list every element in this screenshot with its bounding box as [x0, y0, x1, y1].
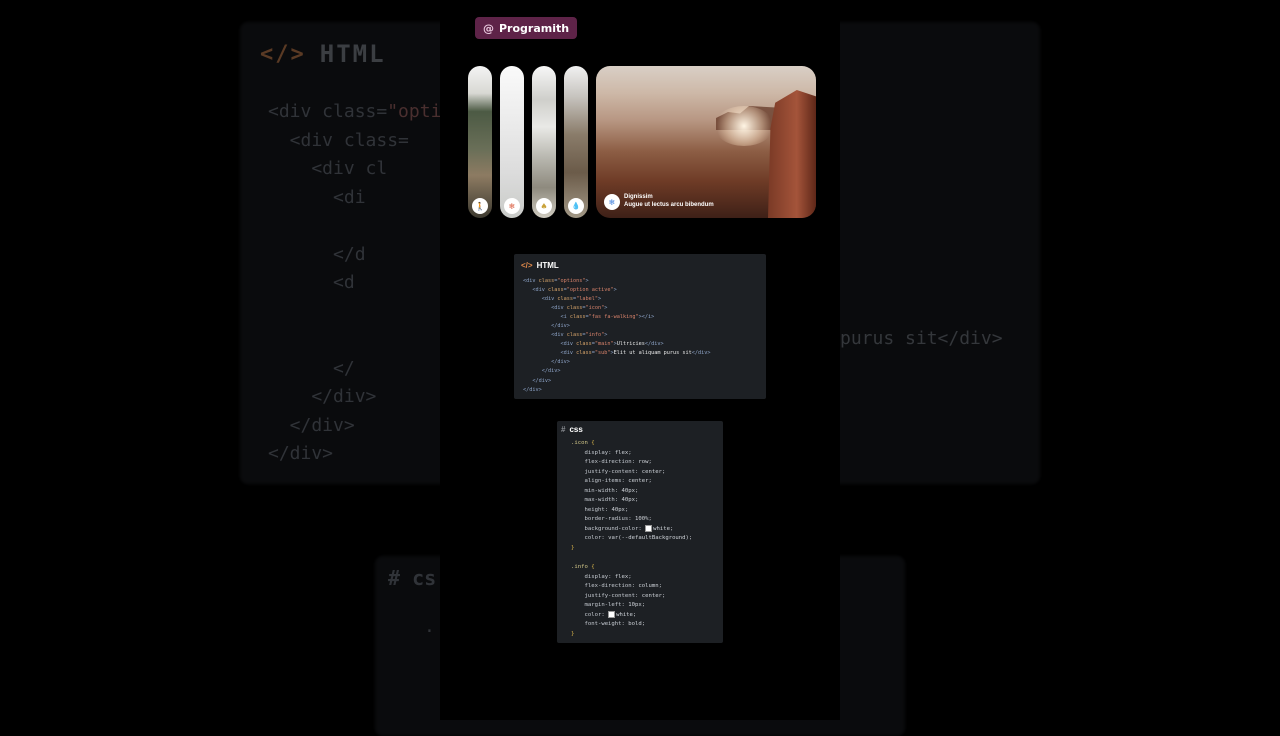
code-tag-icon: </>: [521, 261, 533, 270]
option-item[interactable]: ❄: [500, 66, 524, 218]
background-css-title: # cs: [388, 566, 437, 590]
option-item[interactable]: 🚶: [468, 66, 492, 218]
sun-glare: [714, 106, 774, 146]
brand-badge[interactable]: @ Programith: [475, 17, 578, 39]
tree-icon: ♠: [536, 198, 552, 214]
snowflake-icon: ❄: [604, 194, 620, 210]
option-item-active[interactable]: ❄ Dignissim Augue ut lectus arcu bibendu…: [596, 66, 816, 218]
code-tag-icon: </>: [260, 41, 306, 67]
option-sub-text: Augue ut lectus arcu bibendum: [624, 202, 714, 208]
option-item[interactable]: 💧: [564, 66, 588, 218]
option-info: Dignissim Augue ut lectus arcu bibendum: [624, 193, 714, 209]
html-panel-title: </> HTML: [521, 261, 559, 270]
background-html-code: <div class="opti <div class= <div cl <di…: [268, 101, 442, 464]
brand-label: Programith: [499, 21, 570, 35]
option-item[interactable]: ♠: [532, 66, 556, 218]
html-code-block: <div class="options"> <div class="option…: [523, 278, 711, 393]
background-css-fragment: .: [424, 616, 435, 637]
tint-icon: 💧: [568, 198, 584, 214]
at-icon: @: [483, 21, 494, 35]
cliff-shape: [768, 90, 816, 218]
snowflake-icon: ❄: [504, 198, 520, 214]
background-html-title: </> HTML: [260, 40, 386, 68]
html-code-panel: </> HTML <div class="options"> <div clas…: [514, 254, 766, 399]
background-code-fragment: purus sit</div>: [840, 328, 1003, 349]
css-code-block: .icon { display: flex; flex-direction: r…: [571, 440, 693, 637]
options-gallery: 🚶 ❄ ♠ 💧 ❄ Dignissim Augue ut lectus arcu…: [468, 66, 816, 218]
css-code-panel: # css .icon { display: flex; flex-direct…: [557, 421, 723, 643]
option-main-text: Dignissim: [624, 194, 653, 200]
css-panel-title: # css: [561, 425, 583, 434]
hash-icon: #: [561, 425, 566, 434]
walking-icon: 🚶: [472, 198, 488, 214]
